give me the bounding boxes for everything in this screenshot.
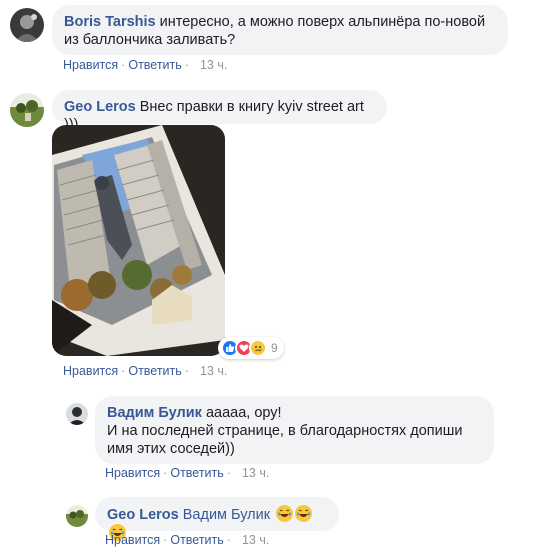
reply-actions: Нравится · Ответить · 13 ч. — [105, 466, 270, 480]
like-link[interactable]: Нравится — [63, 58, 118, 72]
comment-photo[interactable] — [52, 125, 225, 356]
reactions-count: 9 — [271, 341, 278, 355]
like-link[interactable]: Нравится — [105, 466, 160, 480]
timestamp[interactable]: 13 ч. — [242, 533, 269, 547]
laughing-emoji-icon — [276, 505, 294, 522]
reply-link[interactable]: Ответить — [128, 364, 181, 378]
reply-text: И на последней странице, в благодарностя… — [107, 423, 463, 439]
comment-bubble-geo: Geo Leros Внес правки в книгу kyiv stree… — [52, 90, 387, 133]
reply-link[interactable]: Ответить — [170, 533, 223, 547]
reply-text: ааааа, ору! — [205, 405, 282, 421]
reply-actions: Нравится · Ответить · 13 ч. — [105, 533, 270, 547]
like-link[interactable]: Нравится — [63, 364, 118, 378]
comment-text: из баллончика заливать? — [64, 32, 236, 48]
comment-author[interactable]: Boris Tarshis — [64, 14, 156, 30]
comment-actions: Нравится · Ответить · 13 ч. — [63, 364, 228, 378]
avatar-geo-leros[interactable] — [10, 93, 44, 127]
comment-author[interactable]: Geo Leros — [64, 99, 136, 115]
reply-bubble-vadim: Вадим Булик ааааа, ору! И на последней с… — [95, 396, 494, 464]
reply-text: имя этих соседей)) — [107, 441, 235, 457]
comment-bubble-boris: Boris Tarshis интересно, а можно поверх … — [52, 5, 508, 55]
comment-text: интересно, а можно поверх альпинёра по-н… — [159, 14, 486, 30]
avatar-boris-tarshis[interactable] — [10, 8, 44, 42]
reply-bubble-geo: Geo Leros Вадим Булик — [95, 497, 339, 541]
reply-author[interactable]: Вадим Булик — [107, 405, 202, 421]
mention-link[interactable]: Вадим Булик — [183, 507, 270, 523]
sad-reaction-icon — [249, 339, 267, 357]
reply-author[interactable]: Geo Leros — [107, 507, 179, 523]
reply-link[interactable]: Ответить — [170, 466, 223, 480]
reactions-summary[interactable]: 9 — [218, 337, 284, 359]
laughing-emoji-icon — [295, 505, 313, 522]
comment-actions: Нравится · Ответить · 13 ч. — [63, 58, 228, 72]
timestamp[interactable]: 13 ч. — [242, 466, 269, 480]
timestamp[interactable]: 13 ч. — [200, 58, 227, 72]
avatar-geo-leros-small[interactable] — [66, 505, 88, 527]
like-link[interactable]: Нравится — [105, 533, 160, 547]
timestamp[interactable]: 13 ч. — [200, 364, 227, 378]
reply-link[interactable]: Ответить — [128, 58, 181, 72]
avatar-vadim-bulik[interactable] — [66, 403, 88, 425]
